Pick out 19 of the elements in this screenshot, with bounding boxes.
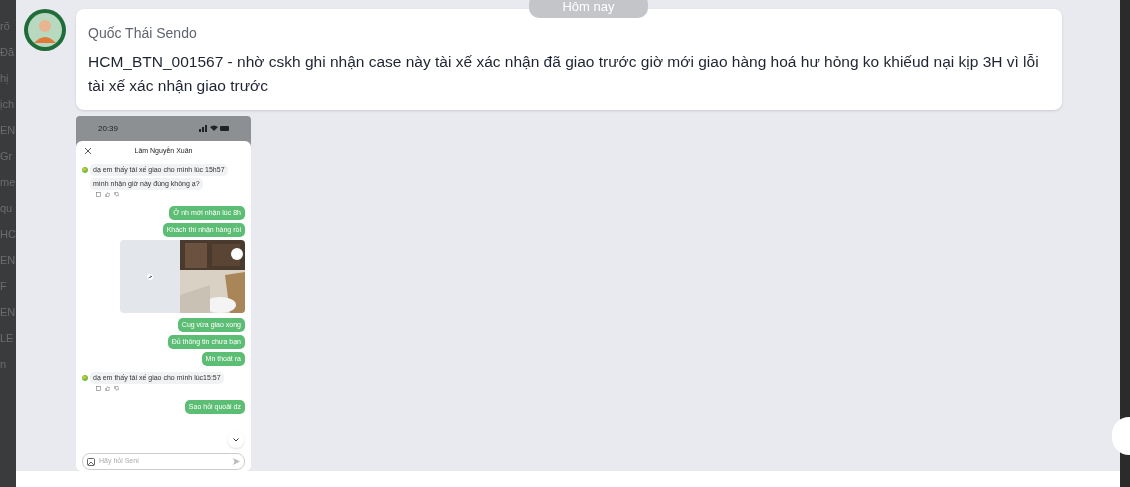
message-text: HCM_BTN_001567 - nhờ cskh ghi nhận case này tài xế xác nhận đã giao trước giờ mới giao hàng hoá hư hỏng ko khiếud nại kịp 3H vì lỗi tài xế xác nhận giao trước bbox=[88, 52, 1040, 96]
status-time: 20:39 bbox=[98, 122, 119, 135]
bot-avatar-icon bbox=[82, 375, 88, 381]
copy-icon[interactable] bbox=[96, 192, 101, 197]
date-divider: Hôm nay bbox=[529, 0, 648, 18]
thumbs-down-icon[interactable] bbox=[114, 386, 119, 391]
thumbs-up-icon[interactable] bbox=[105, 386, 110, 391]
scroll-down-button[interactable] bbox=[228, 432, 244, 448]
share-icon[interactable] bbox=[147, 273, 153, 280]
chevron-down-icon bbox=[233, 438, 239, 442]
status-icons bbox=[199, 125, 229, 132]
thumbs-down-icon[interactable] bbox=[114, 192, 119, 197]
send-icon[interactable] bbox=[233, 458, 240, 465]
image-icon bbox=[87, 457, 95, 466]
close-icon[interactable] bbox=[85, 148, 91, 154]
bot-avatar-icon bbox=[82, 167, 88, 173]
copy-icon[interactable] bbox=[96, 386, 101, 391]
thumbs-up-icon[interactable] bbox=[105, 192, 110, 197]
sender-name: Quốc Thái Sendo bbox=[88, 24, 198, 43]
